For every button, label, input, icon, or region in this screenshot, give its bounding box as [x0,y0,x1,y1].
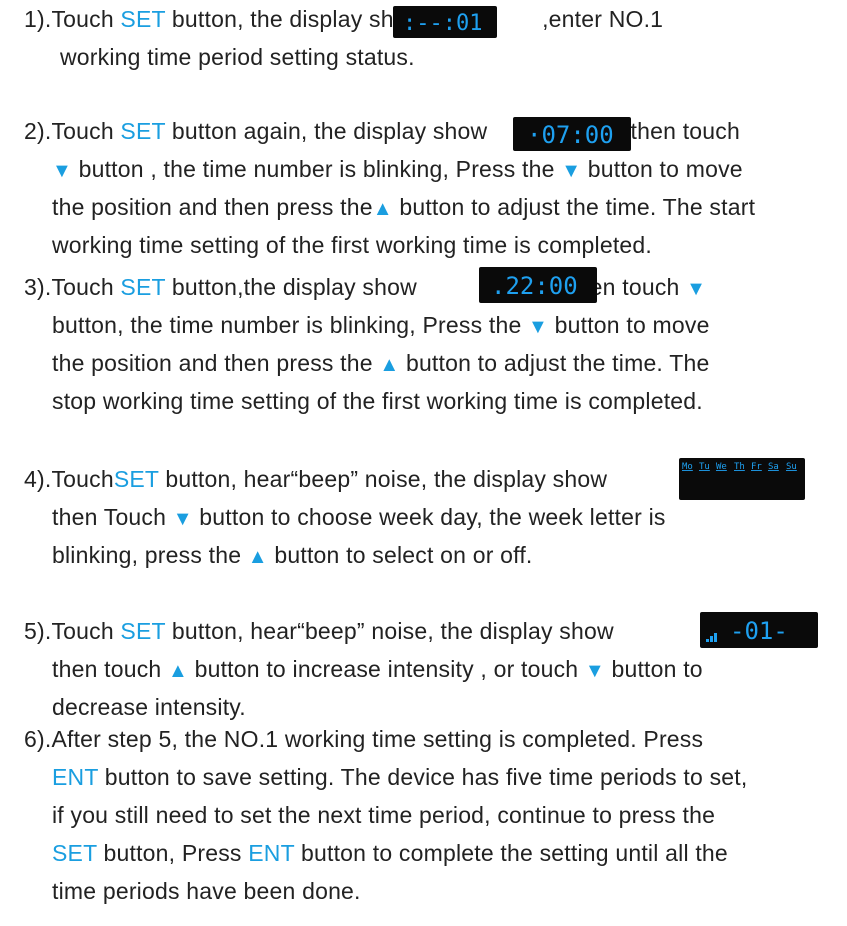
step-line: 6).After step 5, the NO.1 working time s… [24,726,704,752]
step-line: ▼ button , the time number is blinking, … [52,156,743,182]
down-arrow-icon: ▼ [561,160,582,182]
set-keyword: SET [52,840,97,866]
svg-text:-01-: -01- [730,617,788,645]
lcd-display-intensity: -01- [700,612,818,648]
ent-keyword: ENT [52,764,99,790]
set-keyword: SET [120,274,166,300]
step-line: the position and then press the▲ button … [52,194,756,220]
step-line: then touch ▲ button to increase intensit… [52,656,703,682]
step-2: 2).Touch SET button again, the display s… [24,112,836,264]
step-6: 6).After step 5, the NO.1 working time s… [24,720,836,910]
ent-keyword: ENT [248,840,295,866]
step-line: stop working time setting of the first w… [52,388,703,414]
svg-text::--:01: :--:01 [403,11,482,36]
step-line: blinking, press the ▲ button to select o… [52,542,533,568]
signal-bars-icon [706,633,717,642]
set-keyword: SET [120,618,166,644]
step-line: ENT button to save setting. The device h… [52,764,748,790]
down-arrow-icon: ▼ [686,278,707,300]
up-arrow-icon: ▲ [379,354,400,376]
step-line: button, the time number is blinking, Pre… [52,312,710,338]
down-arrow-icon: ▼ [584,660,605,682]
lcd-display-period: :--:01 [393,6,497,38]
step-line: time periods have been done. [52,878,361,904]
step-line: if you still need to set the next time p… [52,802,716,828]
day-tu: Tu [699,462,710,472]
step-line: the position and then press the ▲ button… [52,350,710,376]
day-mo: Mo [682,462,693,472]
day-fr: Fr [751,462,762,472]
up-arrow-icon: ▲ [372,198,393,220]
step-line: working time period setting status. [60,44,415,70]
svg-text:.22:00: .22:00 [491,272,578,300]
down-arrow-icon: ▼ [528,316,549,338]
up-arrow-icon: ▲ [168,660,189,682]
step-line: working time setting of the first workin… [52,232,653,258]
step-line: SET button, Press ENT button to complete… [52,840,728,866]
step-line: 3).Touch SET button,the display show ,th… [24,274,707,300]
day-sa: Sa [768,462,779,472]
step-3: 3).Touch SET button,the display show ,th… [24,268,836,420]
step-line: then Touch ▼ button to choose week day, … [52,504,666,530]
set-keyword: SET [113,466,159,492]
day-su: Su [786,462,797,472]
lcd-display-week-days: Mo Tu We Th Fr Sa Su [679,458,805,500]
down-arrow-icon: ▼ [52,160,72,182]
down-arrow-icon: ▼ [172,508,193,530]
set-keyword: SET [120,118,166,144]
day-th: Th [734,462,745,472]
up-arrow-icon: ▲ [247,546,268,568]
lcd-display-stop-time: .22:00 [479,267,597,303]
step-line: 2).Touch SET button again, the display s… [24,118,740,144]
svg-text:·07:00: ·07:00 [527,121,614,149]
day-we: We [716,462,727,472]
lcd-display-start-time: ·07:00 [513,117,631,151]
set-keyword: SET [120,6,166,32]
